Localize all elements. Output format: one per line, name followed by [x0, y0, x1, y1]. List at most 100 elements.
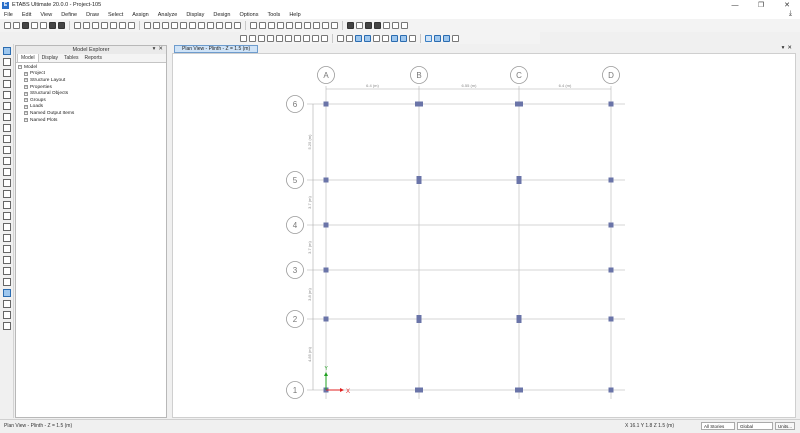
tree-item-structure-layout[interactable]: + Structure Layout — [18, 77, 164, 84]
move-up-icon[interactable] — [198, 22, 205, 29]
zoom-window-icon[interactable] — [74, 22, 81, 29]
extrude-icon[interactable] — [234, 22, 241, 29]
coordinate-system-select[interactable]: Global — [737, 422, 773, 430]
plan-close-icon[interactable]: ✕ — [787, 45, 792, 51]
measure-icon[interactable] — [452, 34, 459, 42]
zoom-in-icon[interactable] — [83, 22, 90, 29]
object-shrink-icon[interactable] — [225, 22, 232, 29]
draw-line-icon[interactable] — [2, 69, 11, 77]
draw-area-icon[interactable] — [2, 135, 11, 143]
expand-icon[interactable]: + — [24, 71, 28, 76]
draw-brace-icon[interactable] — [276, 34, 283, 42]
undo-icon[interactable] — [31, 22, 38, 29]
plan-view-canvas[interactable]: A B C D 6 5 4 3 2 1 6.4 (m) 6.55 (m) 6.4 (m) 5.25 (m)… — [172, 53, 796, 418]
previous-selection-icon[interactable] — [277, 22, 284, 29]
menu-options[interactable]: Options — [240, 12, 259, 18]
snap-line-icon[interactable] — [346, 34, 353, 42]
rotate-view-icon[interactable] — [180, 22, 187, 29]
units-button[interactable]: Units... — [775, 422, 795, 430]
draw-link-icon[interactable] — [312, 34, 319, 42]
tree-item-groups[interactable]: + Groups — [18, 97, 164, 104]
quick-draw-area-icon[interactable] — [2, 157, 11, 165]
clear-selection-icon[interactable] — [286, 22, 293, 29]
snap-end-icon[interactable] — [364, 34, 371, 42]
dash-line-icon[interactable] — [401, 22, 408, 29]
menu-tools[interactable]: Tools — [267, 12, 280, 18]
menu-assign[interactable]: Assign — [132, 12, 149, 18]
quick-draw-column-icon[interactable] — [2, 102, 11, 110]
lock-icon[interactable] — [49, 22, 56, 29]
select-arrow-icon[interactable] — [2, 47, 11, 55]
expand-icon[interactable]: + — [24, 78, 28, 83]
set-display-icon[interactable] — [304, 22, 311, 29]
open-icon[interactable] — [13, 22, 20, 29]
axes-display-icon[interactable] — [443, 34, 450, 42]
menu-define[interactable]: Define — [61, 12, 77, 18]
line-style-icon[interactable] — [383, 22, 390, 29]
show-deformed-icon[interactable] — [322, 22, 329, 29]
select-intersecting-icon[interactable] — [2, 289, 11, 297]
deselect-icon[interactable] — [268, 22, 275, 29]
invert-selection-icon[interactable] — [2, 311, 11, 319]
show-forces-icon[interactable] — [331, 22, 338, 29]
draw-rectangle-icon[interactable] — [2, 146, 11, 154]
expand-icon[interactable]: + — [24, 118, 28, 123]
story-select[interactable]: All Stories — [701, 422, 735, 430]
snap-parallel-icon[interactable] — [409, 34, 416, 42]
tree-item-model[interactable]: − Model — [18, 64, 164, 71]
snap-grid-icon[interactable] — [355, 34, 362, 42]
expand-icon[interactable]: + — [24, 111, 28, 116]
minimize-button[interactable]: — — [722, 0, 748, 10]
draw-frame-icon[interactable] — [249, 34, 256, 42]
perspective-icon[interactable] — [189, 22, 196, 29]
pointer-icon[interactable] — [128, 22, 135, 29]
draw-wall-icon[interactable] — [294, 34, 301, 42]
tab-model[interactable]: Model — [17, 53, 39, 62]
restore-button[interactable]: ❐ — [748, 0, 774, 10]
menu-select[interactable]: Select — [108, 12, 123, 18]
plan-view-icon[interactable] — [153, 22, 160, 29]
reshape-icon[interactable] — [2, 58, 11, 66]
pan-icon[interactable] — [119, 22, 126, 29]
expand-icon[interactable]: + — [24, 85, 28, 90]
tree-item-named-output-items[interactable]: + Named Output Items — [18, 110, 164, 117]
zoom-out-icon[interactable] — [92, 22, 99, 29]
menu-edit[interactable]: Edit — [22, 12, 31, 18]
tab-reports[interactable]: Reports — [81, 54, 105, 62]
snap-perpendicular-icon[interactable] — [391, 34, 398, 42]
explorer-close-icon[interactable]: ✕ — [158, 46, 163, 52]
menu-view[interactable]: View — [40, 12, 52, 18]
plan-dropdown-icon[interactable]: ▾ — [782, 45, 785, 51]
clear-all-icon[interactable] — [2, 322, 11, 330]
download-icon[interactable]: ⤓ — [789, 10, 792, 18]
tree-item-structural-objects[interactable]: + Structural Objects — [18, 90, 164, 97]
tree-item-properties[interactable]: + Properties — [18, 84, 164, 91]
tab-display[interactable]: Display — [39, 54, 61, 62]
quick-draw-beam-icon[interactable] — [2, 91, 11, 99]
draw-reference-point-icon[interactable] — [2, 223, 11, 231]
quick-draw-secondary-icon[interactable] — [2, 124, 11, 132]
elevation-view-icon[interactable] — [162, 22, 169, 29]
draw-opening-tool-icon[interactable] — [2, 179, 11, 187]
collapse-icon[interactable]: − — [18, 65, 22, 70]
tab-plan-view[interactable]: Plan View - Plinth - Z = 1.5 (m) — [174, 45, 259, 53]
explorer-dropdown-icon[interactable]: ▾ — [153, 46, 156, 52]
select-pointer-icon[interactable] — [259, 22, 266, 29]
snap-extension-icon[interactable] — [400, 34, 407, 42]
draw-multiple-lines-icon[interactable] — [2, 80, 11, 88]
layout-icon[interactable] — [356, 22, 363, 29]
zoom-previous-icon[interactable] — [110, 22, 117, 29]
text-icon[interactable] — [347, 22, 354, 29]
expand-icon[interactable]: + — [24, 98, 28, 103]
draw-dimension-icon[interactable] — [321, 34, 328, 42]
tree-item-named-plots[interactable]: + Named Plots — [18, 117, 164, 124]
custom-view-icon[interactable] — [171, 22, 178, 29]
display-options-icon[interactable] — [216, 22, 223, 29]
show-grid-icon[interactable] — [295, 22, 302, 29]
redo-icon[interactable] — [40, 22, 47, 29]
expand-icon[interactable]: + — [24, 104, 28, 109]
new-model-icon[interactable] — [4, 22, 11, 29]
snap-intersect-icon[interactable] — [382, 34, 389, 42]
menu-help[interactable]: Help — [289, 12, 300, 18]
draw-tendon-icon[interactable] — [2, 190, 11, 198]
